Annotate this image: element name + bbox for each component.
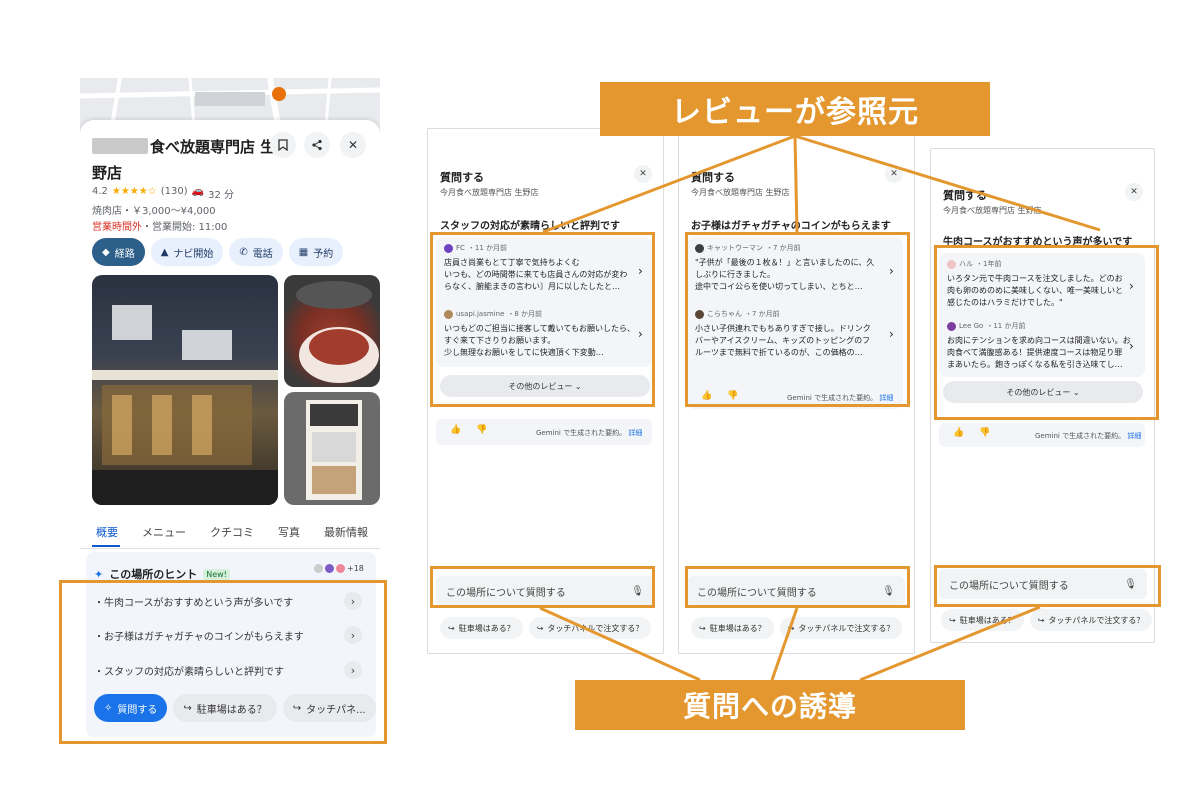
question-guide-banner: 質問への誘導 (575, 680, 965, 730)
review-source-banner: レビューが参照元 (600, 82, 990, 136)
